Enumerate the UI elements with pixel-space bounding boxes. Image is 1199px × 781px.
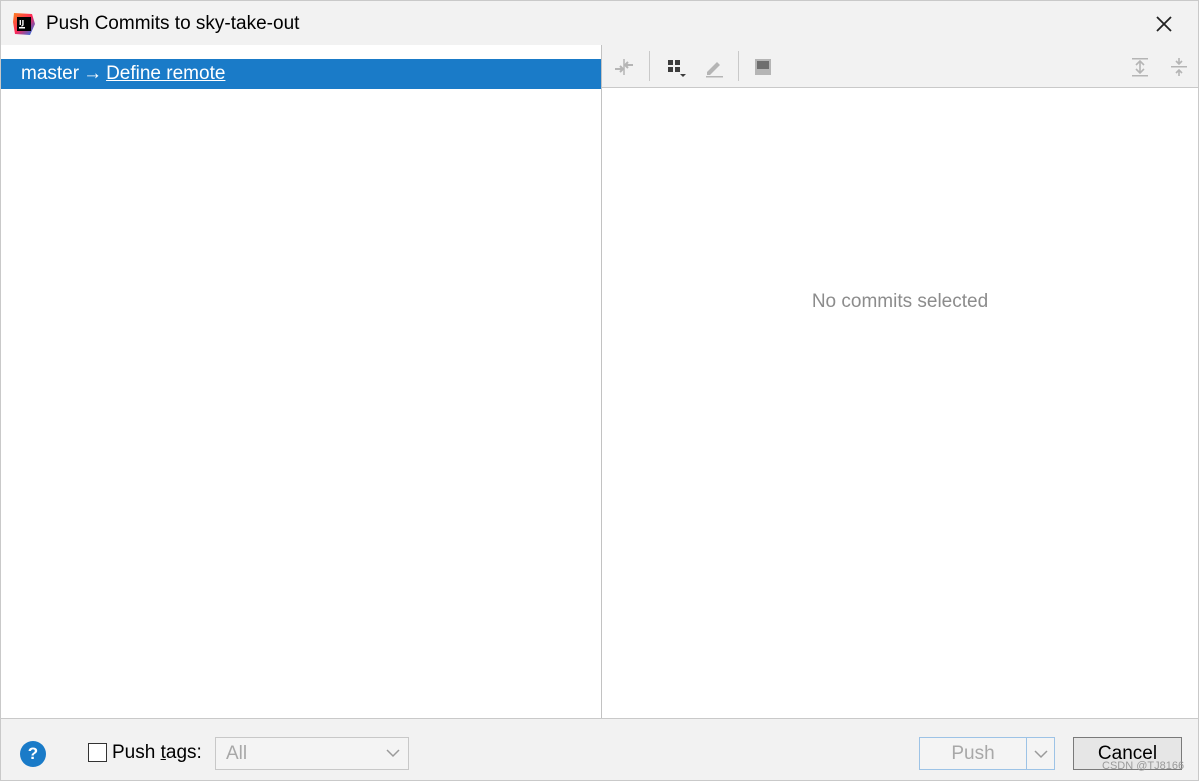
push-arrow-icon: → <box>83 63 103 84</box>
push-options-dropdown[interactable] <box>1026 737 1055 770</box>
collapse-all-icon[interactable] <box>1165 53 1193 81</box>
edit-icon[interactable] <box>700 53 728 81</box>
push-button[interactable]: Push <box>919 737 1027 770</box>
push-tags-label[interactable]: Push tags: <box>112 742 202 764</box>
tags-select[interactable]: All <box>215 737 409 770</box>
details-toolbar <box>602 45 1198 88</box>
no-commits-message: No commits selected <box>811 291 989 312</box>
repository-tree: master → Define remote <box>1 45 601 718</box>
preview-panel-icon[interactable] <box>749 53 777 81</box>
close-button[interactable] <box>1147 9 1181 39</box>
group-by-icon[interactable] <box>662 53 690 81</box>
chevron-down-icon <box>386 749 400 758</box>
expand-all-icon[interactable] <box>1126 53 1154 81</box>
push-commits-dialog: IJ Push Commits to sky-take-out master → D… <box>0 0 1199 781</box>
push-tags-checkbox[interactable] <box>88 743 107 762</box>
push-tags-label-part: Push <box>112 742 161 763</box>
watermark: CSDN @TJ8166 <box>1102 760 1185 772</box>
tags-select-value: All <box>226 743 248 764</box>
commit-details-pane: No commits selected <box>602 45 1198 718</box>
close-icon <box>1156 16 1172 32</box>
dialog-footer: ? Push tags: All Push Cancel CSDN @TJ816… <box>1 718 1198 780</box>
intellij-idea-icon: IJ <box>12 12 36 36</box>
title-bar: IJ Push Commits to sky-take-out <box>1 1 1198 45</box>
repo-branch-row[interactable]: master → Define remote <box>1 59 601 89</box>
chevron-down-icon <box>1033 749 1048 758</box>
help-button[interactable]: ? <box>20 741 46 767</box>
push-tags-label-part: ags: <box>165 742 202 763</box>
collapse-arrows-icon[interactable] <box>610 53 638 81</box>
branch-name: master <box>21 63 80 84</box>
svg-text:IJ: IJ <box>19 19 24 27</box>
define-remote-link[interactable]: Define remote <box>106 63 225 84</box>
window-title: Push Commits to sky-take-out <box>46 13 300 34</box>
